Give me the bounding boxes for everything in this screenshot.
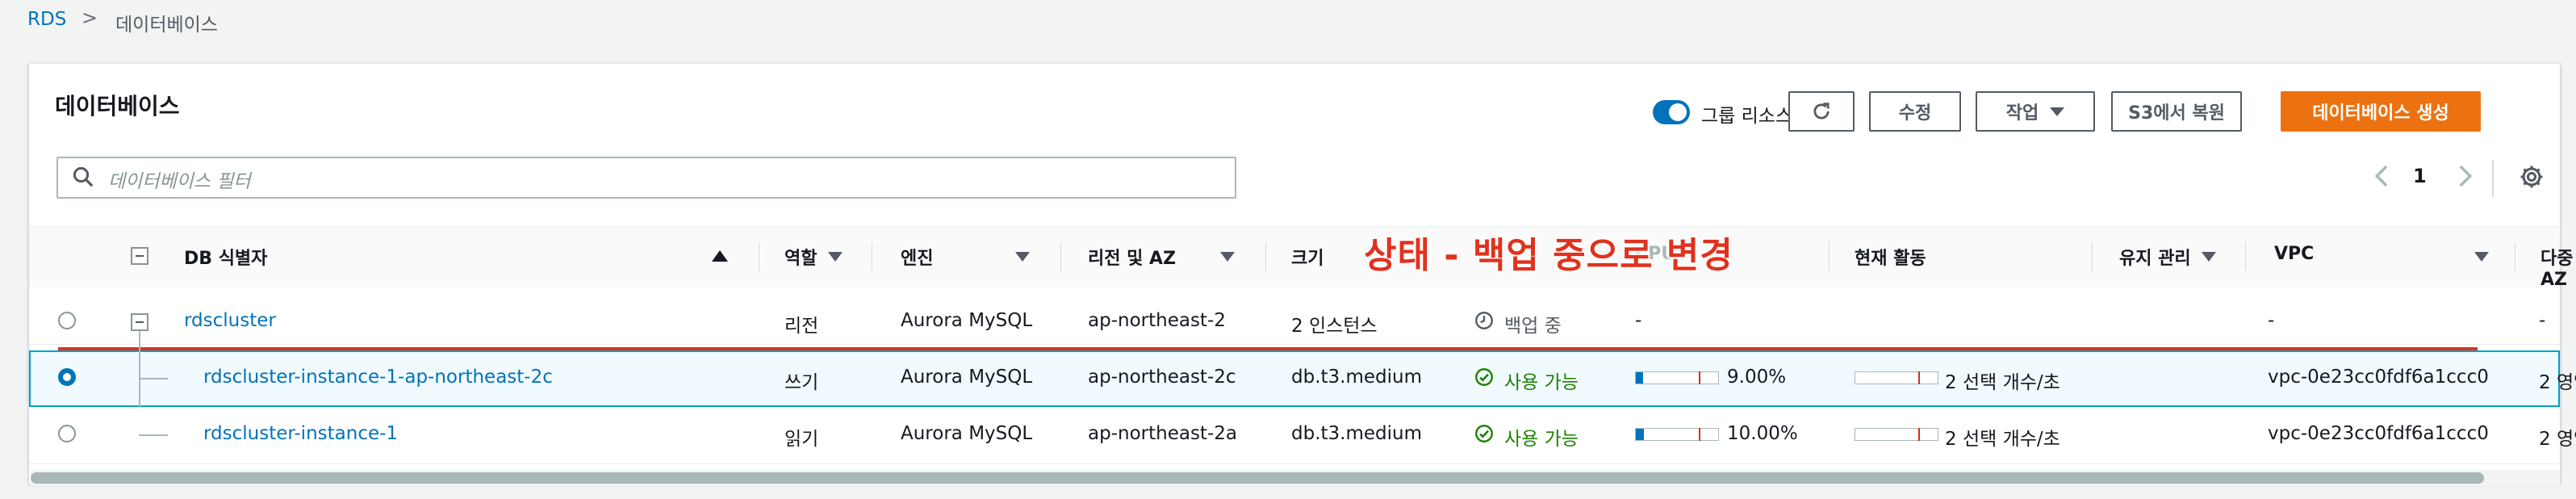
vpc-cell: vpc-0e23cc0fdf6a1ccc0	[2268, 367, 2489, 388]
sort-icon[interactable]	[828, 252, 843, 262]
status-cell: 사용 가능	[1504, 372, 1579, 393]
vpc-cell: vpc-0e23cc0fdf6a1ccc0	[2268, 423, 2489, 444]
breadcrumb-separator: >	[82, 6, 98, 29]
col-role[interactable]: 역할	[784, 244, 817, 270]
column-divider	[1829, 242, 1830, 271]
check-circle-icon	[1475, 425, 1493, 442]
filter-placeholder: 데이터베이스 필터	[108, 171, 251, 192]
annotation-text: 상태 - 백업 중으로 변경	[1364, 235, 1733, 276]
cpu-bar-marker	[1699, 428, 1700, 441]
activity-bar-marker	[1918, 371, 1920, 384]
cpu-bar	[1635, 428, 1719, 441]
tree-line	[139, 378, 168, 379]
multi-az-cell: 2 영역	[2539, 429, 2576, 450]
activity-bar-marker	[1918, 428, 1920, 441]
search-icon	[73, 166, 94, 187]
cpu-bar	[1635, 371, 1719, 384]
collapse-all-icon[interactable]	[131, 247, 148, 265]
group-resources-label: 그룹 리소스	[1701, 106, 1793, 127]
vpc-cell: -	[2268, 310, 2275, 331]
next-page-icon[interactable]	[2453, 162, 2476, 190]
restore-from-s3-button[interactable]: S3에서 복원	[2111, 91, 2242, 132]
size-cell: db.t3.medium	[1291, 367, 1422, 388]
row-radio-selected[interactable]	[58, 368, 76, 386]
size-cell: 2 인스턴스	[1291, 316, 1378, 337]
col-current-activity[interactable]: 현재 활동	[1855, 244, 1926, 270]
region-cell: ap-northeast-2	[1088, 310, 1226, 331]
activity-cell: 2 선택 개수/초	[1945, 429, 2060, 450]
column-divider	[2245, 242, 2246, 271]
role-cell: 읽기	[784, 429, 819, 450]
col-maintenance[interactable]: 유지 관리	[2119, 244, 2191, 270]
group-resources-toggle[interactable]	[1653, 100, 1690, 124]
region-cell: ap-northeast-2a	[1088, 423, 1237, 444]
engine-cell: Aurora MySQL	[901, 423, 1033, 444]
activity-bar	[1855, 428, 1938, 441]
create-database-label: 데이터베이스 생성	[2312, 103, 2449, 124]
caret-down-icon	[2050, 107, 2065, 116]
cpu-bar-fill	[1636, 429, 1645, 440]
modify-button[interactable]: 수정	[1869, 91, 1961, 132]
column-divider	[1060, 242, 1061, 271]
sort-icon[interactable]	[2202, 252, 2216, 262]
collapse-group-icon[interactable]	[131, 313, 148, 331]
current-page-number[interactable]: 1	[2413, 165, 2427, 187]
cpu-bar-fill	[1636, 372, 1644, 384]
breadcrumb-rds-link[interactable]: RDS	[27, 9, 66, 30]
restore-s3-label: S3에서 복원	[2128, 103, 2225, 124]
check-circle-icon	[1475, 368, 1493, 386]
cpu-cell: 9.00%	[1727, 367, 1787, 388]
db-identifier-link[interactable]: rdscluster-instance-1	[203, 423, 398, 444]
col-engine[interactable]: 엔진	[901, 244, 933, 270]
panel-title: 데이터베이스	[55, 93, 180, 120]
column-divider	[2092, 242, 2093, 271]
engine-cell: Aurora MySQL	[901, 367, 1033, 388]
sort-icon[interactable]	[2474, 252, 2489, 262]
sort-icon[interactable]	[1220, 252, 1235, 262]
clock-icon	[1475, 312, 1493, 329]
multi-az-cell: 2 영역	[2539, 372, 2576, 393]
size-cell: db.t3.medium	[1291, 423, 1422, 444]
db-identifier-link[interactable]: rdscluster-instance-1-ap-northeast-2c	[203, 367, 553, 388]
status-cell: 사용 가능	[1504, 429, 1579, 450]
activity-bar	[1855, 371, 1938, 384]
cpu-bar-marker	[1699, 371, 1700, 384]
col-db-identifier[interactable]: DB 식별자	[184, 244, 267, 270]
col-size[interactable]: 크기	[1291, 244, 1324, 270]
column-divider	[1265, 242, 1266, 271]
role-cell: 쓰기	[784, 372, 819, 393]
actions-label: 작업	[2005, 103, 2039, 124]
db-identifier-link[interactable]: rdscluster	[184, 310, 276, 331]
sort-icon[interactable]	[1015, 252, 1030, 262]
col-vpc[interactable]: VPC	[2274, 244, 2314, 264]
role-cell: 리전	[784, 316, 819, 337]
gear-icon[interactable]	[2518, 163, 2545, 191]
tree-line	[139, 434, 168, 436]
activity-cell: 2 선택 개수/초	[1945, 372, 2060, 393]
modify-label: 수정	[1898, 103, 1932, 124]
create-database-button[interactable]: 데이터베이스 생성	[2281, 91, 2481, 132]
region-cell: ap-northeast-2c	[1088, 367, 1236, 388]
refresh-icon	[1813, 103, 1830, 120]
previous-page-icon[interactable]	[2371, 162, 2394, 190]
pager-divider	[2492, 160, 2494, 197]
row-radio[interactable]	[58, 312, 76, 329]
cpu-cell: -	[1635, 310, 1642, 331]
breadcrumb-current: 데이터베이스	[115, 15, 218, 36]
engine-cell: Aurora MySQL	[901, 310, 1033, 331]
actions-button[interactable]: 작업	[1976, 91, 2095, 132]
sort-ascending-icon[interactable]	[712, 250, 728, 262]
cpu-cell: 10.00%	[1727, 423, 1798, 444]
col-multi-az[interactable]: 다중 AZ	[2540, 244, 2576, 290]
horizontal-scrollbar-thumb[interactable]	[31, 472, 2484, 484]
row-radio[interactable]	[58, 425, 76, 442]
col-region-az[interactable]: 리전 및 AZ	[1088, 244, 1176, 270]
status-cell: 백업 중	[1504, 316, 1562, 337]
refresh-button[interactable]	[1788, 91, 1855, 132]
multi-az-cell: -	[2539, 310, 2546, 331]
